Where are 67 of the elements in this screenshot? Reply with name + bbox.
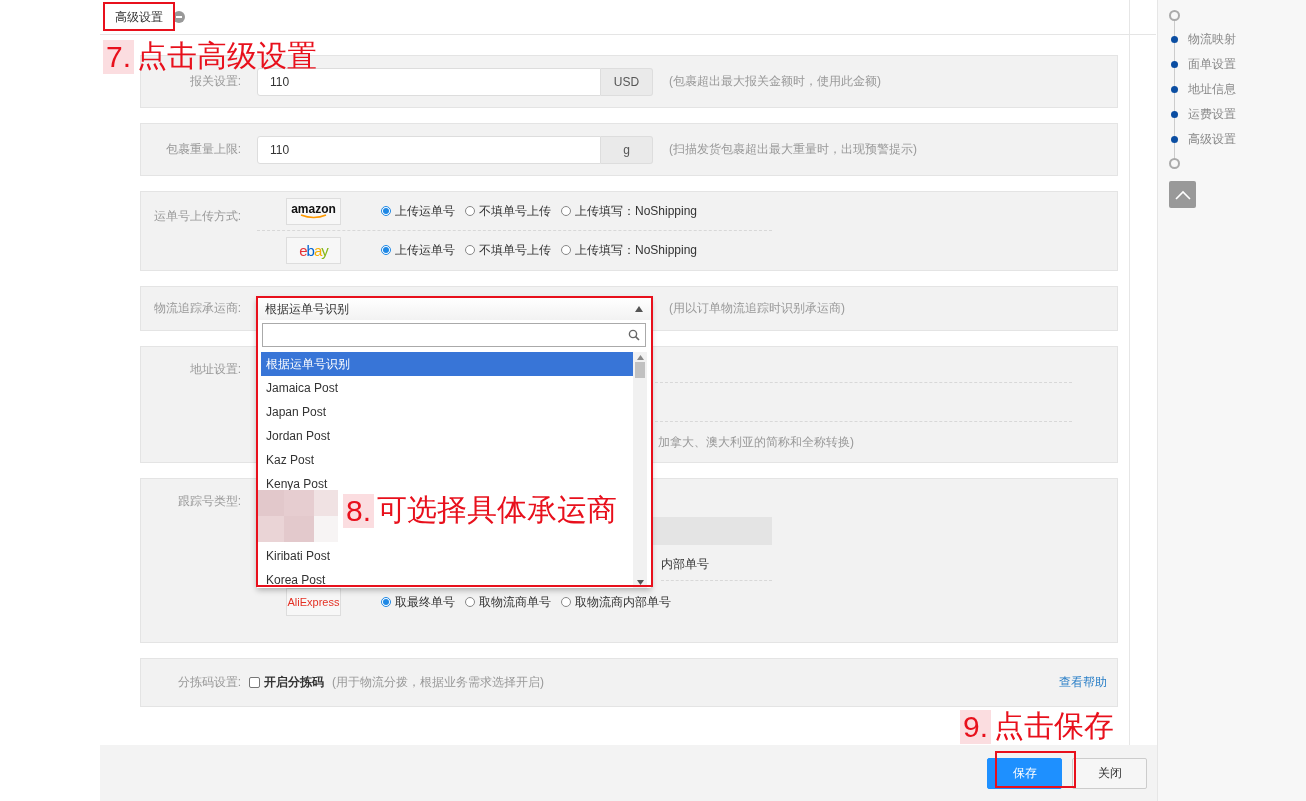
field-label: 地址设置: <box>188 361 241 378</box>
step-number: 8. <box>343 493 375 528</box>
nav-link[interactable]: 物流映射 <box>1188 31 1236 48</box>
scroll-up-icon[interactable] <box>636 355 644 360</box>
nav-dot-icon <box>1171 36 1178 43</box>
nav-link[interactable]: 运费设置 <box>1188 106 1236 123</box>
chevron-up-icon <box>1174 189 1191 200</box>
close-button[interactable]: 关闭 <box>1072 757 1147 789</box>
radio-option[interactable]: 上传运单号 <box>381 241 455 259</box>
hint-text: 加拿大、澳大利亚的简称和全称转换) <box>658 434 855 451</box>
radio-option[interactable]: 上传填写：NoShipping <box>561 202 698 220</box>
weight-limit-field[interactable]: 110 <box>257 135 601 164</box>
radio-option[interactable]: 取物流商内部单号 <box>561 593 671 611</box>
help-link[interactable]: 查看帮助 <box>1059 674 1107 691</box>
dropdown-option[interactable]: Jordan Post <box>261 424 633 448</box>
scroll-thumb[interactable] <box>635 362 645 378</box>
search-icon[interactable] <box>628 329 640 341</box>
ebay-logo: ebay <box>286 236 341 264</box>
back-to-top-button[interactable] <box>1169 181 1196 208</box>
radio-option[interactable]: 上传运单号 <box>381 202 455 220</box>
radio-option[interactable]: 取最终单号 <box>381 593 455 611</box>
caret-icon[interactable] <box>635 306 643 312</box>
timeline-start-icon <box>1169 10 1180 21</box>
hint-text: (用以订单物流追踪时识别承运商) <box>669 300 845 317</box>
collapse-icon[interactable] <box>173 11 185 23</box>
dropdown-option[interactable]: Kiribati Post <box>261 544 633 568</box>
dropdown-option[interactable]: Japan Post <box>261 400 633 424</box>
field-label: 包裹重量上限: <box>164 141 241 158</box>
dropdown-option[interactable]: Jamaica Post <box>261 376 633 400</box>
radio-option[interactable]: 上传填写：NoShipping <box>561 241 698 259</box>
field-label: 运单号上传方式: <box>152 208 241 225</box>
section-tab[interactable]: 高级设置 <box>115 8 163 26</box>
step-number: 7. <box>103 39 135 74</box>
aliexpress-logo: AliExpress <box>286 588 341 616</box>
dropdown-option[interactable]: Korea Post <box>261 568 633 588</box>
hint-text: (用于物流分拨，根据业务需求选择开启) <box>332 674 544 691</box>
hint-text: (扫描发货包裹超出最大重量时，出现预警提示) <box>669 141 917 158</box>
highlight-frame <box>103 2 175 31</box>
annotation-text: 点击保存 <box>994 708 1115 744</box>
nav-link[interactable]: 高级设置 <box>1188 131 1236 148</box>
timeline-end-icon <box>1169 158 1180 169</box>
radio-option[interactable]: 不填单号上传 <box>465 202 551 220</box>
dropdown-option[interactable]: Kaz Post <box>261 448 633 472</box>
search-field[interactable] <box>262 323 646 347</box>
nav-dot-icon <box>1171 136 1178 143</box>
nav-dot-icon <box>1171 61 1178 68</box>
scrollbar[interactable] <box>633 352 647 588</box>
scroll-down-icon[interactable] <box>636 580 644 585</box>
unit-addon: g <box>601 135 653 164</box>
nav-dot-icon <box>1171 86 1178 93</box>
dropdown-value: 根据运单号识别 <box>265 300 349 318</box>
radio-option[interactable]: 取物流商单号 <box>465 593 551 611</box>
field-label: 分拣码设置: <box>176 674 241 691</box>
option-text: 内部单号 <box>661 556 709 573</box>
dropdown-option[interactable]: 根据运单号识别 <box>261 352 633 376</box>
hint-text: (包裹超出最大报关金额时，使用此金额) <box>669 73 881 90</box>
field-label: 跟踪号类型: <box>176 493 241 510</box>
radio-option[interactable]: 不填单号上传 <box>465 241 551 259</box>
nav-link[interactable]: 地址信息 <box>1188 81 1236 98</box>
field-label: 报关设置: <box>188 73 241 90</box>
field-label: 物流追踪承运商: <box>152 300 241 317</box>
sort-code-checkbox[interactable]: 开启分拣码 <box>249 674 324 691</box>
nav-link[interactable]: 面单设置 <box>1188 56 1236 73</box>
step-number: 9. <box>960 709 992 744</box>
amazon-logo: amazon <box>286 197 341 225</box>
unit-addon: USD <box>601 67 653 96</box>
nav-dot-icon <box>1171 111 1178 118</box>
